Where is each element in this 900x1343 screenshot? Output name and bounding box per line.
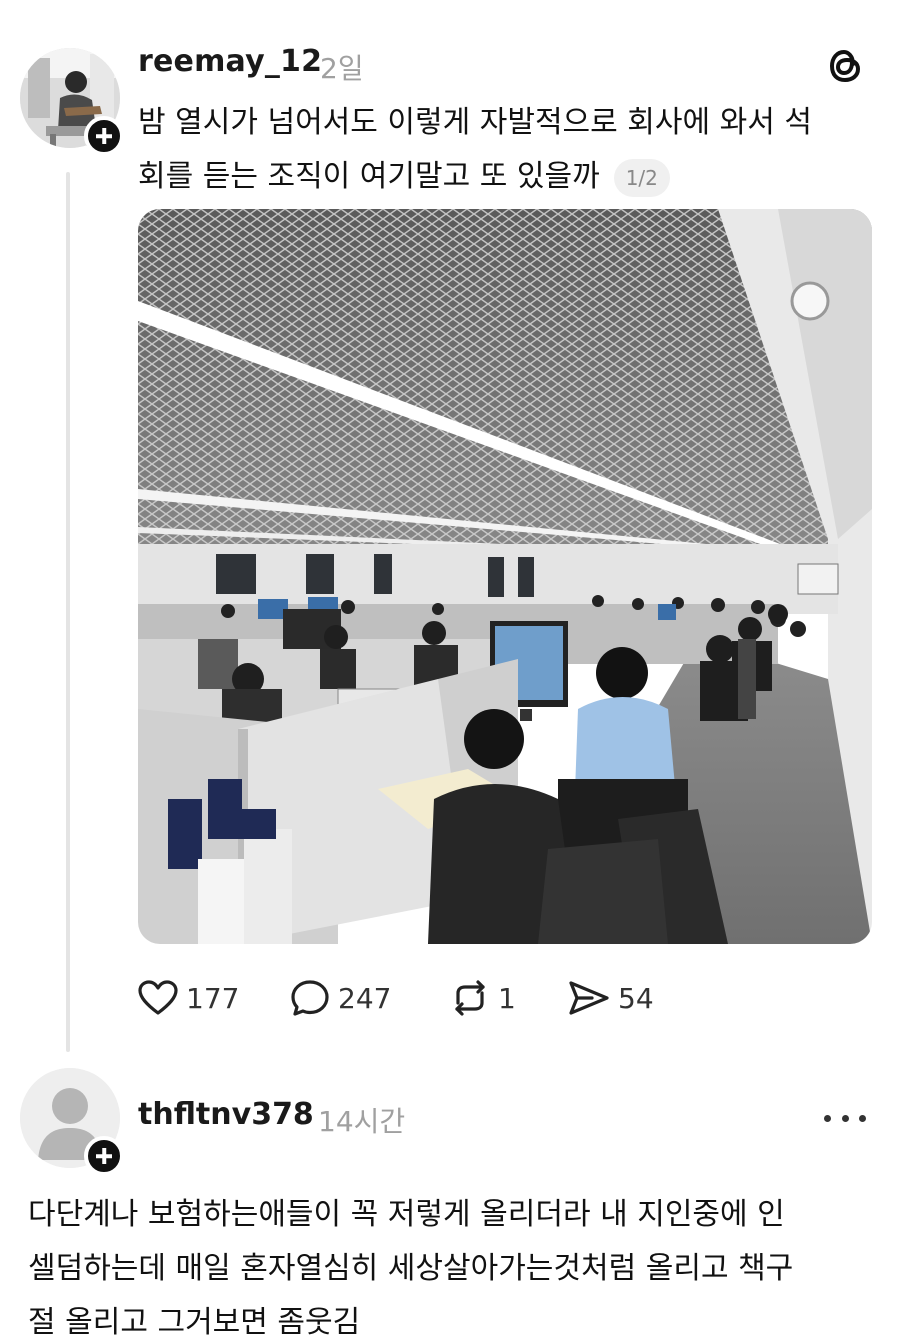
post-timestamp: 2일 — [320, 52, 364, 85]
post-text-line: 밤 열시가 넘어서도 이렇게 자발적으로 회사에 와서 석 — [138, 105, 812, 140]
send-icon — [569, 981, 609, 1015]
image-page-counter: 1/2 — [613, 158, 670, 197]
repost-button[interactable]: 1 — [450, 972, 516, 1024]
post-action-bar: 177 247 1 54 — [138, 972, 838, 1024]
like-button[interactable]: 177 — [138, 972, 239, 1024]
follow-plus-icon[interactable] — [84, 116, 124, 156]
reply-text-line: 절 올리고 그거보면 좀웃김 — [28, 1305, 361, 1340]
repost-count: 1 — [498, 981, 516, 1015]
threads-feed: reemay_12 2일 밤 열시가 넘어서도 이렇게 자발적으로 회사에 와서… — [0, 0, 900, 1343]
reply-username[interactable]: thfltnv378 — [138, 1097, 314, 1132]
post-text-line: 회를 듣는 조직이 여기말고 또 있을까 1/2 — [138, 150, 878, 204]
follow-plus-icon[interactable] — [84, 1136, 124, 1176]
post-photo[interactable] — [138, 209, 872, 944]
more-dots-icon[interactable] — [824, 1108, 866, 1128]
post-body: 밤 열시가 넘어서도 이렇게 자발적으로 회사에 와서 석 회를 듣는 조직이 … — [138, 96, 878, 204]
post-username[interactable]: reemay_12 — [138, 44, 322, 79]
reply-button[interactable]: 247 — [290, 972, 391, 1024]
reply-timestamp: 14시간 — [318, 1105, 406, 1138]
thread-connector-line — [66, 172, 70, 1052]
like-count: 177 — [186, 981, 240, 1015]
speech-bubble-icon — [291, 980, 329, 1016]
post-text-segment: 회를 듣는 조직이 여기말고 또 있을까 — [138, 159, 600, 194]
repost-icon — [455, 980, 485, 1016]
reply-text-line: 셀덤하는데 매일 혼자열심히 세상살아가는것처럼 올리고 책구 — [28, 1251, 794, 1286]
heart-icon — [138, 980, 178, 1015]
share-button[interactable]: 54 — [568, 972, 654, 1024]
reply-text-line: 다단계나 보험하는애들이 꼭 저렇게 올리더라 내 지인중에 인 — [28, 1197, 785, 1232]
threads-logo-icon[interactable] — [827, 46, 863, 86]
reply-body: 다단계나 보험하는애들이 꼭 저렇게 올리더라 내 지인중에 인 셀덤하는데 매… — [28, 1188, 878, 1343]
reply-count: 247 — [338, 981, 392, 1015]
share-count: 54 — [618, 981, 654, 1015]
